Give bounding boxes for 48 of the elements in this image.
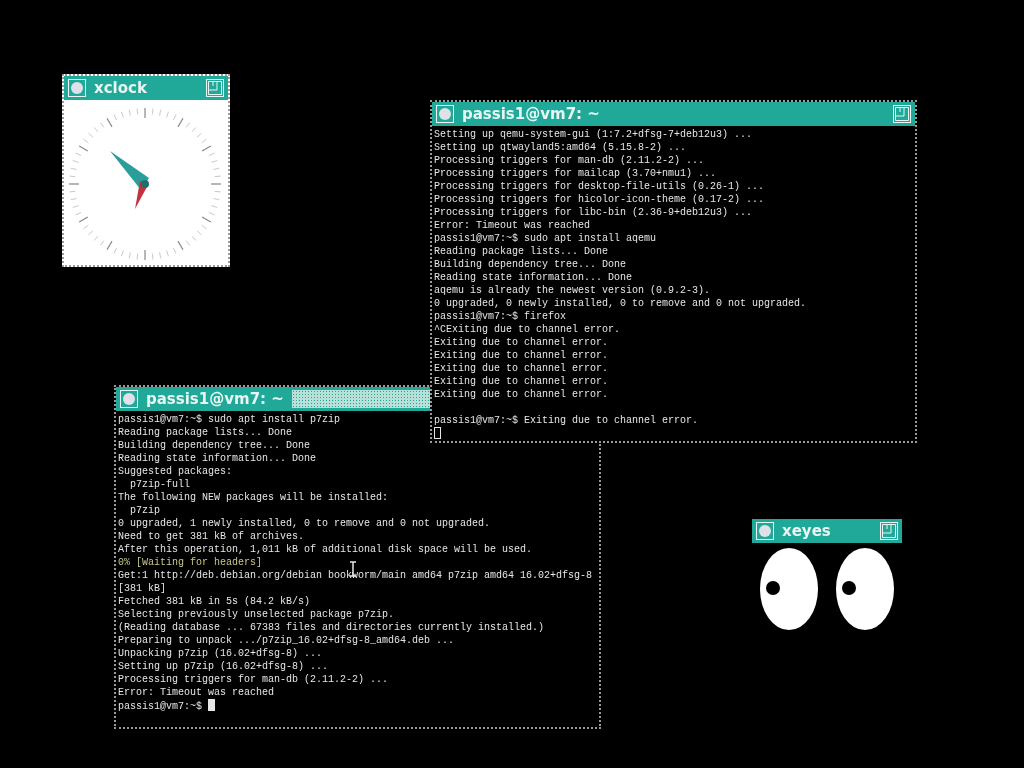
terminal-line: Building dependency tree... Done	[434, 259, 627, 270]
terminal-line: Exiting due to channel error.	[434, 337, 609, 348]
terminal-line: Setting up qtwayland5:amd64 (5.15.8-2) ...	[434, 142, 687, 153]
terminal-line: Building dependency tree... Done	[118, 440, 311, 451]
terminal-line: passis1@vm7:~$ Exiting due to channel error.	[434, 415, 699, 426]
terminal-line: Reading package lists... Done	[118, 427, 293, 438]
terminal-line: Processing triggers for desktop-file-utils (0.26-1) ...	[434, 181, 765, 192]
terminal-line: passis1@vm7:~$ firefox	[434, 311, 567, 322]
terminal-line: Processing triggers for hicolor-icon-theme (0.17-2) ...	[434, 194, 765, 205]
terminal-line: Need to get 381 kB of archives.	[118, 531, 305, 542]
terminal-line: [381 kB]	[118, 583, 166, 594]
terminal-line: Processing triggers for man-db (2.11.2-2) ...	[434, 155, 705, 166]
window-title: passis1@vm7: ~	[146, 391, 284, 407]
window-title: xclock	[94, 80, 147, 96]
terminal-line: Processing triggers for mailcap (3.70+nmu1) ...	[434, 168, 717, 179]
terminal-line: Reading state information... Done	[118, 453, 317, 464]
terminal-line: Reading package lists... Done	[434, 246, 609, 257]
terminal-line: The following NEW packages will be installed:	[118, 492, 389, 503]
terminal-line: Exiting due to channel error.	[434, 363, 609, 374]
terminal-line: Error: Timeout was reached	[434, 220, 591, 231]
terminal-line: Processing triggers for man-db (2.11.2-2) ...	[118, 674, 389, 685]
terminal-line: 0 upgraded, 1 newly installed, 0 to remove and 0 not upgraded.	[118, 518, 491, 529]
terminal-line: (Reading database ... 67383 files and directories currently installed.)	[118, 622, 545, 633]
terminal-line: Exiting due to channel error.	[434, 350, 609, 361]
terminal-line: Error: Timeout was reached	[118, 687, 275, 698]
terminal-line: Setting up p7zip (16.02+dfsg-8) ...	[118, 661, 329, 672]
terminal-line: Setting up qemu-system-gui (1:7.2+dfsg-7+deb12u3) ...	[434, 129, 753, 140]
window-title: xeyes	[782, 523, 831, 539]
terminal-line: Fetched 381 kB in 5s (84.2 kB/s)	[118, 596, 311, 607]
terminal-line: Preparing to unpack .../p7zip_16.02+dfsg-8_amd64.deb ...	[118, 635, 455, 646]
terminal-line: Unpacking p7zip (16.02+dfsg-8) ...	[118, 648, 323, 659]
window-title: passis1@vm7: ~	[462, 106, 600, 122]
terminal-line: Exiting due to channel error.	[434, 389, 609, 400]
terminal-line: Selecting previously unselected package p7zip.	[118, 609, 395, 620]
terminal-line: passis1@vm7:~$ sudo apt install p7zip	[118, 414, 341, 425]
terminal-line: Suggested packages:	[118, 466, 233, 477]
terminal-line: passis1@vm7:~$	[118, 701, 203, 712]
terminal-line: ^CExiting due to channel error.	[434, 324, 621, 335]
terminal-line: aqemu is already the newest version (0.9.2-3).	[434, 285, 711, 296]
terminal-line: Exiting due to channel error.	[434, 376, 609, 387]
terminal-line: passis1@vm7:~$ sudo apt install aqemu	[434, 233, 657, 244]
terminal-line: 0% [Waiting for headers]	[118, 557, 263, 568]
terminal-line: p7zip	[129, 505, 160, 516]
terminal-line: After this operation, 1,011 kB of additional disk space will be used.	[118, 544, 533, 555]
terminal-line: p7zip-full	[129, 479, 190, 490]
terminal-line: Reading state information... Done	[434, 272, 633, 283]
terminal-line: Processing triggers for libc-bin (2.36-9+deb12u3) ...	[434, 207, 753, 218]
terminal-line: 0 upgraded, 0 newly installed, 0 to remove and 0 not upgraded.	[434, 298, 807, 309]
